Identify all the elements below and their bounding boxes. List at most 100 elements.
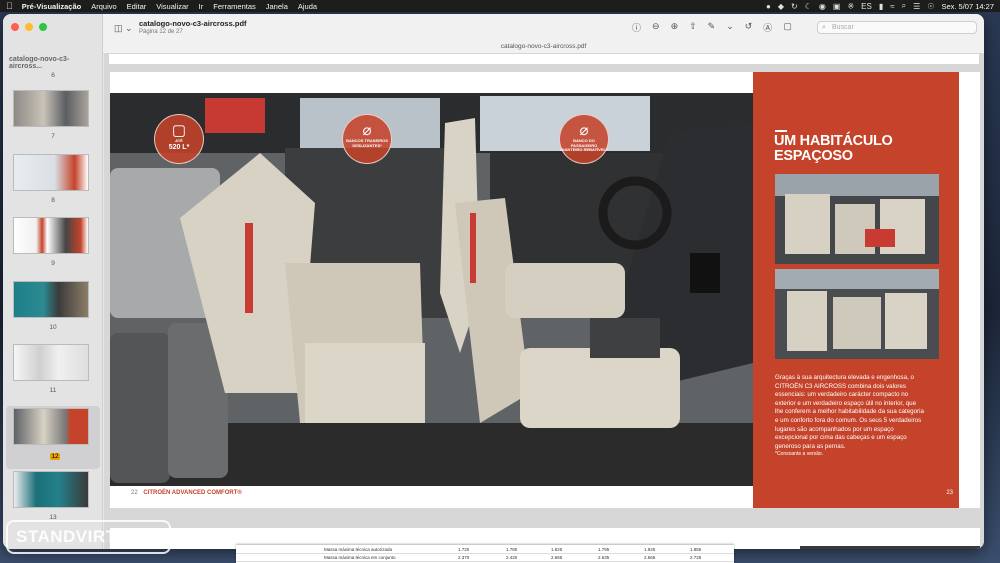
- thumbnail-number: 11: [49, 387, 57, 394]
- search-field[interactable]: ⌕ Buscar: [817, 21, 977, 34]
- cell: 2.370: [458, 555, 470, 560]
- interior-photo-1: [775, 174, 939, 264]
- menu-arquivo[interactable]: Arquivo: [91, 2, 116, 11]
- cell: 2.725: [690, 555, 702, 560]
- title-accent-bar: [775, 130, 787, 132]
- page-indicator: Página 12 de 27: [139, 29, 183, 35]
- title-line-2: ESPAÇOSO: [774, 148, 853, 164]
- menu-bar:  Pré-Visualização Arquivo Editar Visual…: [0, 0, 1000, 12]
- folding-seat-badge: ⌀ BANCO DO PASSAGEIRO DIANTEIRO REBATÍVE…: [559, 114, 609, 164]
- thumbnail-page-9[interactable]: 9: [3, 215, 103, 279]
- page-spread-22-23: ▢ ATÉ 520 L* ⌀ BANCOS TRASEIROS DESLIZAN…: [110, 72, 980, 508]
- menu-ir[interactable]: Ir: [199, 2, 204, 11]
- search-icon[interactable]: ⌕: [902, 1, 906, 11]
- thumbnail-number-selected: 12: [50, 452, 60, 460]
- menu-janela[interactable]: Janela: [266, 2, 288, 11]
- table-row: Massa máxima técnica em conjunto 2.370 2…: [236, 554, 734, 562]
- interior-illustration: [110, 93, 753, 486]
- row-label: Massa máxima técnica autorizada: [324, 547, 393, 552]
- seat-icon: ⌀: [362, 122, 372, 139]
- preview-window: catalogo-novo-c3-aircross... 6 7 8 9 10: [3, 14, 984, 549]
- next-page-image-right: [800, 546, 980, 549]
- cube-icon: ▢: [171, 122, 187, 139]
- menu-visualizar[interactable]: Visualizar: [156, 2, 188, 11]
- annotate-icon[interactable]: Ⓐ: [763, 21, 772, 34]
- thumbnail-number: 9: [51, 260, 55, 267]
- monitor-icon[interactable]: ▣: [833, 2, 841, 11]
- thumbnail-list: 6 7 8 9 10 11 12 13: [3, 70, 103, 533]
- zoom-in-icon[interactable]: ⊕: [671, 21, 679, 34]
- thumbnail-page-12[interactable]: 12: [6, 405, 100, 469]
- menu-app-name[interactable]: Pré-Visualização: [22, 2, 81, 11]
- thumbnail-page-7[interactable]: 7: [3, 88, 103, 152]
- siri-icon[interactable]: ☉: [927, 2, 934, 11]
- sync-icon[interactable]: ↻: [791, 2, 798, 11]
- cell: 1.825: [551, 547, 563, 552]
- apple-icon[interactable]: : [6, 1, 13, 11]
- close-button[interactable]: [11, 23, 19, 31]
- left-page-number: 22: [131, 490, 138, 496]
- rotate-icon[interactable]: ↺: [745, 21, 753, 34]
- sidebar-title: catalogo-novo-c3-aircross...: [9, 56, 70, 70]
- menu-editar[interactable]: Editar: [127, 2, 147, 11]
- wifi-icon[interactable]: ≈: [890, 2, 894, 11]
- title-line-1: UM HABITÁCULO: [774, 133, 893, 149]
- cell: 1.720: [458, 547, 470, 552]
- interior-photo-2: [775, 269, 939, 359]
- cell: 1.855: [690, 547, 702, 552]
- info-icon[interactable]: ⓘ: [632, 21, 641, 34]
- dropbox-icon[interactable]: ◆: [778, 2, 784, 11]
- cell: 2.635: [598, 555, 610, 560]
- cell: 2.665: [551, 555, 563, 560]
- thumbnail-page-11[interactable]: 11: [3, 342, 103, 406]
- clock[interactable]: Sex. 5/07 14:27: [941, 2, 994, 11]
- battery-icon[interactable]: ▮: [879, 2, 883, 11]
- thumbnail-image: [13, 90, 89, 127]
- control-center-icon[interactable]: ☰: [913, 2, 920, 11]
- zoom-out-icon[interactable]: ⊖: [652, 21, 660, 34]
- window-controls: [11, 23, 47, 31]
- right-page-title: UM HABITÁCULO ESPAÇOSO: [774, 134, 954, 164]
- thumbnail-image: [13, 280, 89, 318]
- record-icon[interactable]: ◉: [819, 2, 826, 11]
- interior-photo: ▢ ATÉ 520 L* ⌀ BANCOS TRASEIROS DESLIZAN…: [110, 93, 753, 486]
- badge-label: DESLIZANTES*: [352, 142, 382, 148]
- thumbnail-page-6[interactable]: 6: [3, 70, 103, 88]
- table-row: Massa máxima técnica autorizada 1.720 1.…: [236, 546, 734, 554]
- menu-ajuda[interactable]: Ajuda: [298, 2, 317, 11]
- menu-ferramentas[interactable]: Ferramentas: [213, 2, 256, 11]
- thumbnail-image: [13, 217, 89, 254]
- language-indicator[interactable]: ES: [861, 2, 872, 11]
- cell: 2.420: [506, 555, 518, 560]
- zoom-button[interactable]: [39, 23, 47, 31]
- right-page-orange-panel: UM HABITÁCULO ESPAÇOSO Graças à sua arqu…: [753, 72, 959, 508]
- boot-capacity-badge: ▢ ATÉ 520 L*: [154, 114, 204, 164]
- chevron-down-icon[interactable]: ⌄: [726, 21, 734, 34]
- share-icon[interactable]: ⇧: [689, 21, 697, 34]
- moon-icon[interactable]: ☾: [805, 2, 812, 11]
- minimize-button[interactable]: [25, 23, 33, 31]
- toolbar-icons: ⓘ ⊖ ⊕ ⇧ ✎ ⌄ ↺ Ⓐ ▢: [632, 21, 792, 34]
- seat-icon: ⌀: [579, 122, 589, 139]
- thumbnail-image: [13, 407, 89, 445]
- badge-label: ATÉ: [175, 138, 183, 143]
- form-fill-icon[interactable]: ▢: [783, 21, 792, 34]
- thumbnail-image: [13, 153, 89, 191]
- thumbnail-number: 8: [51, 196, 55, 204]
- toolbar: ◫ ⌄ catalogo-novo-c3-aircross.pdf Página…: [103, 14, 984, 54]
- badge-label: DIANTEIRO REBATÍVEL*: [560, 147, 608, 153]
- document-area[interactable]: ▢ ATÉ 520 L* ⌀ BANCOS TRASEIROS DESLIZAN…: [104, 54, 984, 549]
- thumbnail-number: 6: [51, 72, 55, 79]
- cell: 2.665: [644, 555, 656, 560]
- left-page-footer: 22 CITROËN ADVANCED COMFORT®: [131, 490, 242, 496]
- markup-pen-icon[interactable]: ✎: [708, 21, 716, 34]
- thumbnail-page-8[interactable]: 8: [3, 152, 103, 216]
- creative-cloud-icon[interactable]: ●: [766, 2, 771, 11]
- cell: 1.780: [506, 547, 518, 552]
- interior-photo-1-art: [775, 174, 939, 264]
- sidebar-toggle-icon[interactable]: ◫ ⌄: [114, 23, 133, 34]
- thumbnail-page-10[interactable]: 10: [3, 279, 103, 343]
- bluetooth-icon[interactable]: ※: [847, 2, 854, 11]
- search-placeholder: Buscar: [832, 24, 854, 31]
- document-filename: catalogo-novo-c3-aircross.pdf: [139, 19, 247, 28]
